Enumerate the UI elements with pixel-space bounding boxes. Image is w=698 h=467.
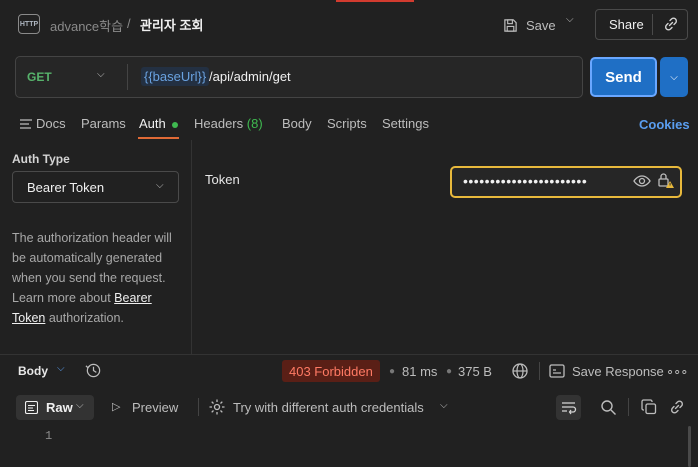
url-input[interactable]: /api/admin/get [209,69,291,84]
tab-body[interactable]: Body [282,116,312,131]
divider [0,354,698,355]
response-time[interactable]: 81 ms [402,364,437,379]
cookies-link[interactable]: Cookies [639,117,690,132]
chevron-down-icon: ⌵ [76,400,84,411]
divider [127,64,128,90]
format-label: Raw [46,400,73,415]
active-tab-indicator [138,137,179,139]
divider [539,362,540,380]
divider [198,398,199,416]
divider [628,398,629,416]
tab-docs[interactable]: Docs [20,116,66,131]
tab-label: Auth [139,116,166,131]
token-label: Token [205,172,240,187]
breadcrumb-collection[interactable]: advance학습 [50,16,123,35]
copy-icon[interactable] [641,399,657,415]
save-label: Save [526,17,556,33]
preview-button[interactable]: Preview [132,400,178,415]
wrap-lines-button[interactable] [556,395,581,420]
chevron-down-icon[interactable]: ⌵ [57,363,65,374]
lock-warning-icon[interactable] [657,171,675,189]
tab-params[interactable]: Params [81,116,126,131]
more-options-icon[interactable]: ∘∘∘ [666,364,688,380]
chevron-down-icon[interactable]: ⌵ [566,14,574,25]
response-body-label[interactable]: Body [18,364,48,378]
token-value: ••••••••••••••••••••••• [463,173,588,189]
status-badge[interactable]: 403 Forbidden [282,360,380,382]
auth-description-end: authorization. [48,311,124,325]
url-variable[interactable]: {{baseUrl}} [141,67,210,86]
headers-count: (8) [246,116,263,131]
save-button[interactable]: Save [503,12,556,38]
separator-dot: ● [446,366,453,377]
tab-label: Headers [194,116,244,131]
tab-settings[interactable]: Settings [382,116,429,131]
breadcrumb-separator: / [127,16,131,31]
scrollbar[interactable] [688,426,691,467]
panel-divider [191,140,192,354]
auth-type-label: Auth Type [12,152,70,166]
status-dot [171,121,178,128]
tab-auth[interactable]: Auth [139,116,178,131]
eye-icon[interactable] [633,173,651,189]
auth-description: The authorization header will be automat… [12,228,187,328]
wrap-lines-icon [562,402,577,415]
breadcrumb-request-name[interactable]: 관리자 조회 [140,15,203,34]
tab-label: Docs [36,116,66,131]
response-size[interactable]: 375 B [458,364,492,379]
play-icon: ▷ [112,401,121,413]
send-options-chevron-icon[interactable]: ⌵ [660,57,688,97]
save-response-button[interactable]: Save Response [572,364,664,379]
share-label: Share [609,17,644,32]
chevron-down-icon[interactable]: ⌵ [97,69,105,80]
chevron-down-icon: ⌵ [156,180,164,191]
save-icon [504,18,517,32]
gear-icon [209,399,225,415]
save-response-icon [549,364,565,378]
tab-scripts[interactable]: Scripts [327,116,367,131]
link-icon[interactable] [669,399,685,415]
try-auth-button[interactable]: Try with different auth credentials [233,400,424,415]
http-icon: HTTP [18,14,40,34]
chevron-down-icon[interactable]: ⌵ [440,400,448,411]
send-button[interactable]: Send [590,57,657,97]
link-icon[interactable] [663,16,679,32]
raw-icon [25,401,38,414]
tab-headers[interactable]: Headers (8) [194,116,263,131]
auth-type-value: Bearer Token [27,180,105,195]
history-icon[interactable] [85,362,102,379]
line-number: 1 [45,429,53,443]
active-indicator [336,0,414,2]
method-select[interactable]: GET [27,70,52,84]
divider [652,14,653,35]
separator-dot: ● [389,366,396,377]
globe-icon[interactable] [511,362,529,380]
search-icon[interactable] [600,399,617,416]
docs-icon [20,118,32,129]
